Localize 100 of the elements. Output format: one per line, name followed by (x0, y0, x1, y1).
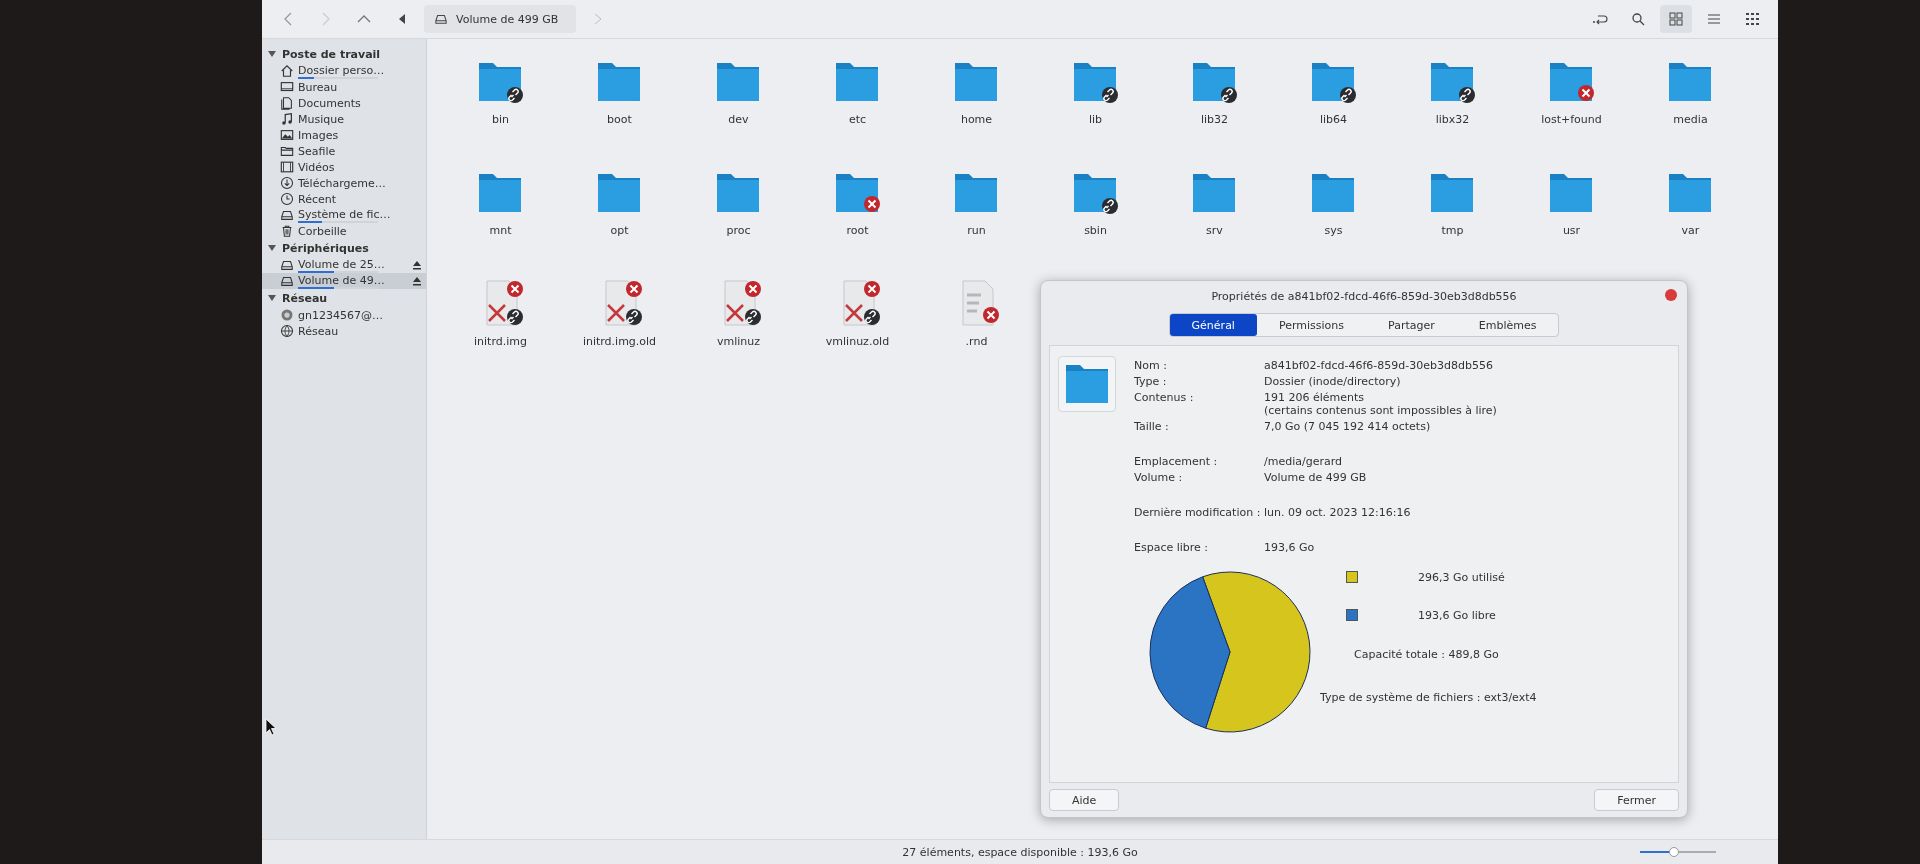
legend-label: 296,3 Go utilisé (1418, 570, 1505, 584)
property-label: Contenus : (1134, 391, 1195, 406)
file-name[interactable]: sys (1324, 224, 1343, 237)
file-name[interactable]: initrd.img (474, 335, 527, 348)
expanded-triangle-icon (268, 51, 276, 57)
legend-label: 193,6 Go libre (1418, 608, 1496, 622)
file-name[interactable]: root (846, 224, 869, 237)
file-name[interactable]: lost+found (1541, 113, 1602, 126)
property-value: lun. 09 oct. 2023 12:16:16 (1264, 506, 1412, 519)
sidebar-item[interactable]: Corbeille (262, 223, 426, 239)
drive-icon (434, 13, 448, 25)
file-name[interactable]: tmp (1441, 224, 1464, 237)
file-name[interactable]: initrd.img.old (582, 335, 657, 348)
file-name[interactable]: usr (1562, 224, 1581, 237)
sidebar-section-header[interactable]: Périphériques (262, 239, 426, 257)
sidebar-item[interactable]: Réseau (262, 323, 426, 339)
place-icon (280, 192, 294, 206)
sidebar-item[interactable]: Musique (262, 111, 426, 127)
property-label: Nom : (1134, 359, 1168, 372)
cross-mark-icon (844, 303, 863, 323)
sidebar-item[interactable]: Récent (262, 191, 426, 207)
file-name[interactable]: dev (728, 113, 749, 126)
chevron-up-icon (357, 14, 371, 24)
sidebar-section-header[interactable]: Réseau (262, 289, 426, 307)
location-breadcrumb[interactable]: Volume de 499 GB (424, 5, 577, 33)
sidebar-item[interactable]: Images (262, 127, 426, 143)
place-icon (280, 176, 294, 190)
grid-view-icon (1668, 11, 1684, 27)
file-name[interactable]: vmlinuz.old (825, 335, 890, 348)
close-dialog-button[interactable]: Fermer (1594, 789, 1679, 811)
close-button[interactable] (1665, 289, 1677, 301)
file-name[interactable]: mnt (489, 224, 512, 237)
place-icon (280, 274, 294, 288)
property-label: Espace libre : (1134, 541, 1210, 554)
property-value: 7,0 Go (7 045 192 414 octets) (1264, 420, 1432, 433)
sidebar-item[interactable]: Téléchargeme… (262, 175, 426, 191)
file-name[interactable]: opt (610, 224, 629, 237)
place-icon (280, 324, 294, 338)
file-name[interactable]: .rnd (965, 335, 988, 348)
file-name[interactable]: libx32 (1435, 113, 1470, 126)
list-view-icon (1706, 11, 1722, 27)
file-name[interactable]: boot (607, 113, 632, 126)
file-name[interactable]: media (1673, 113, 1708, 126)
file-name[interactable]: lib (1088, 113, 1103, 126)
property-value: /media/gerard (1264, 455, 1343, 468)
property-value: Volume de 499 GB (1264, 471, 1368, 484)
tab[interactable]: Général (1169, 314, 1257, 336)
place-icon (280, 112, 294, 126)
tab[interactable]: Emblèmes (1456, 314, 1559, 336)
tab[interactable]: Partager (1366, 314, 1457, 336)
file-name[interactable]: etc (848, 113, 867, 126)
triangle-left-icon (399, 14, 405, 24)
sidebar-item[interactable]: Documents (262, 95, 426, 111)
cross-mark-icon (725, 303, 744, 323)
property-note: (certains contenus sont impossibles à lire) (1264, 404, 1497, 417)
place-icon (280, 96, 294, 110)
folder-icon (1064, 365, 1110, 403)
mouse-cursor-icon (265, 718, 277, 736)
sidebar-item[interactable]: Vidéos (262, 159, 426, 175)
place-icon (280, 308, 294, 322)
file-name[interactable]: sbin (1084, 224, 1107, 237)
dialog-title: Propriétés de a841bf02-fdcd-46f6-859d-30eb3d8db556 (1211, 289, 1517, 303)
file-name[interactable]: srv (1206, 224, 1223, 237)
chevron-right-icon (595, 14, 602, 24)
sidebar-item[interactable]: Système de fic… (262, 207, 426, 223)
place-icon (280, 224, 294, 238)
property-value: 191 206 éléments (1264, 391, 1366, 404)
expanded-triangle-icon (268, 295, 276, 301)
place-icon (280, 144, 294, 158)
file-name[interactable]: proc (726, 224, 751, 237)
file-name[interactable]: bin (492, 113, 509, 126)
status-text: 27 éléments, espace disponible : 193,6 Go (902, 845, 1138, 859)
sidebar-item[interactable]: Dossier perso… (262, 63, 426, 79)
help-button[interactable]: Aide (1049, 789, 1120, 811)
eject-icon[interactable] (412, 276, 422, 286)
property-label: Taille : (1134, 420, 1170, 433)
file-name[interactable]: lib32 (1200, 113, 1229, 126)
filesystem-type: Type de système de fichiers : ext3/ext4 (1320, 691, 1537, 704)
place-icon (280, 64, 294, 78)
tab[interactable]: Permissions (1256, 314, 1366, 336)
file-name[interactable]: var (1681, 224, 1700, 237)
place-icon (280, 160, 294, 174)
sidebar-section-header[interactable]: Poste de travail (262, 45, 426, 63)
sidebar-item[interactable]: Volume de 25… (262, 257, 426, 273)
sidebar-item[interactable]: Seafile (262, 143, 426, 159)
file-name[interactable]: vmlinuz (716, 335, 761, 348)
file-name[interactable]: run (967, 224, 986, 237)
file-name[interactable]: lib64 (1319, 113, 1348, 126)
place-icon (280, 128, 294, 142)
property-value: a841bf02-fdcd-46f6-859d-30eb3d8db556 (1264, 359, 1494, 372)
sidebar-item[interactable]: gn1234567@… (262, 307, 426, 323)
sidebar-item[interactable]: Bureau (262, 79, 426, 95)
total-capacity: Capacité totale : 489,8 Go (1354, 648, 1500, 661)
sidebar-item[interactable]: Volume de 49… (262, 273, 426, 289)
chevron-right-icon (321, 12, 331, 26)
property-value: 193,6 Go (1264, 541, 1316, 554)
place-icon (280, 258, 294, 272)
eject-icon[interactable] (412, 260, 422, 270)
file-name[interactable]: home (960, 113, 993, 126)
property-label: Dernière modification : (1134, 506, 1262, 519)
